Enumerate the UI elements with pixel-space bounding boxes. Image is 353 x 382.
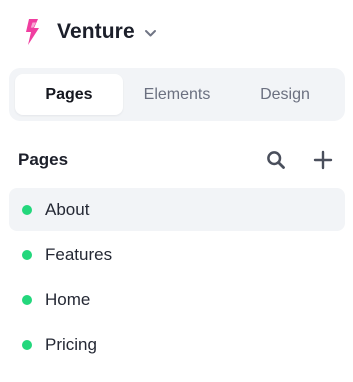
page-list: About Features Home Pricing bbox=[9, 188, 345, 368]
lightning-bolt-icon bbox=[22, 18, 42, 46]
page-item-home[interactable]: Home bbox=[9, 278, 345, 321]
pages-section-header: Pages bbox=[18, 146, 335, 174]
status-dot bbox=[22, 204, 32, 215]
plus-icon[interactable] bbox=[311, 148, 335, 172]
tab-pages[interactable]: Pages bbox=[15, 74, 123, 115]
status-dot bbox=[22, 249, 32, 260]
tab-elements[interactable]: Elements bbox=[123, 74, 231, 115]
search-icon[interactable] bbox=[264, 148, 288, 172]
page-item-about[interactable]: About bbox=[9, 188, 345, 231]
tab-design[interactable]: Design bbox=[231, 74, 339, 115]
status-dot bbox=[22, 339, 32, 350]
page-item-pricing[interactable]: Pricing bbox=[9, 323, 345, 366]
page-label: Features bbox=[45, 244, 113, 264]
project-name: Venture bbox=[57, 20, 135, 43]
status-dot bbox=[22, 294, 32, 305]
tab-bar: Pages Elements Design bbox=[9, 68, 345, 121]
page-label: Home bbox=[45, 289, 91, 309]
chevron-down-icon[interactable] bbox=[144, 29, 157, 38]
page-item-features[interactable]: Features bbox=[9, 233, 345, 276]
project-switcher[interactable]: Venture bbox=[22, 16, 157, 48]
page-label: About bbox=[45, 199, 90, 219]
page-label: Pricing bbox=[45, 334, 97, 354]
section-title: Pages bbox=[18, 150, 69, 169]
